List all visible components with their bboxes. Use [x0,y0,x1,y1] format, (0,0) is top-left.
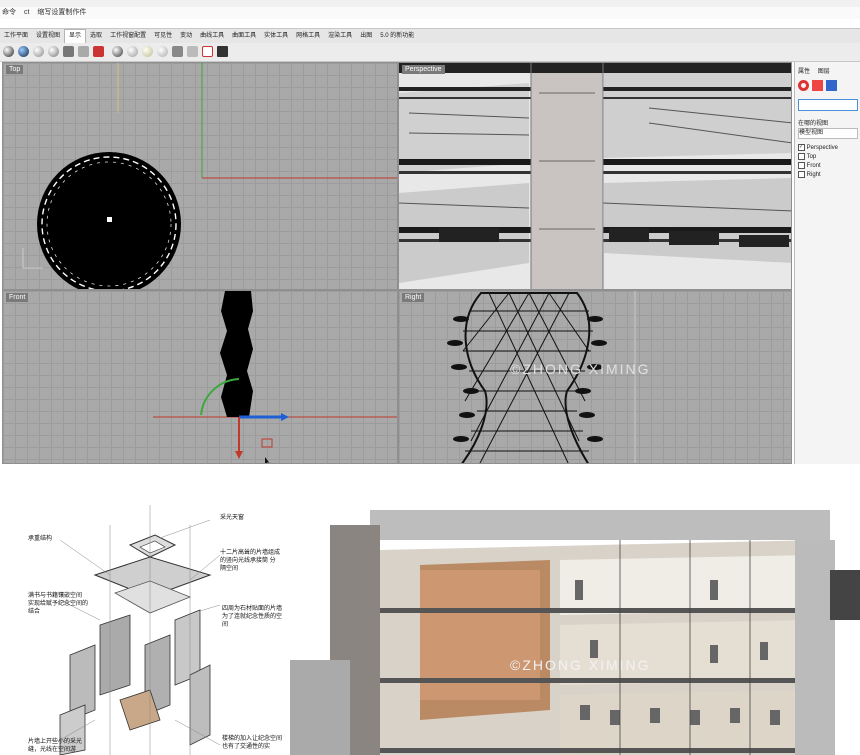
tab-surface-tools[interactable]: 曲面工具 [228,30,260,43]
properties-panel: 属性 图层 在哪的视图 模型视图 ✓ Perspective Top Front… [794,62,860,464]
viewport-right[interactable]: Right [398,290,792,464]
view-checkbox-label: Front [806,163,821,170]
perspective-render [399,63,791,289]
xray-icon[interactable] [63,46,74,57]
tab-display[interactable]: 显示 [64,29,87,43]
annotation-bearing: 承重结构 [28,536,53,542]
tab-mesh-tools[interactable]: 网格工具 [292,30,324,43]
view-checkbox-label: Top [806,154,817,161]
object-color-icon[interactable] [798,80,809,91]
tab-drafting[interactable]: 出图 [356,30,376,43]
command-line[interactable]: 命令 ct 缩写设置制作件 [0,7,860,19]
tower-elevation [220,291,253,417]
command-prompt-area[interactable] [0,19,860,28]
front-view-drawing [153,291,397,463]
properties-tabs: 属性 图层 [798,66,830,75]
command-text-2: ct [23,9,30,16]
view-checkbox-front[interactable]: Front [798,162,821,169]
artistic-icon[interactable] [93,46,104,57]
tab-set-view[interactable]: 设置视图 [32,30,64,43]
rendered-sphere-icon[interactable] [33,46,44,57]
tab-solid-tools[interactable]: 实体工具 [260,30,292,43]
watermark-top: ©ZHONG XIMING [510,361,651,377]
viewport-label-right[interactable]: Right [402,293,425,302]
annotation-small-lights: 片墙上开些小的采光缝，光线在空间游 [28,739,83,753]
disable-icon[interactable] [202,46,213,57]
viewport-label-top[interactable]: Top [6,65,24,74]
shaded-sphere-icon[interactable] [18,46,29,57]
tab-render-tools[interactable]: 渲染工具 [324,30,356,43]
command-text-3: 缩写设置制作件 [37,9,87,16]
technical-icon[interactable] [78,46,89,57]
properties-name-field[interactable] [798,99,858,111]
material-sphere-icon[interactable] [157,46,168,57]
properties-section-title: 在哪的视图 [798,121,829,127]
tab-curve-tools[interactable]: 曲线工具 [196,30,228,43]
tab-new-in-v5[interactable]: 5.0 的新功能 [376,30,418,43]
light-icon[interactable] [826,80,837,91]
ribbon-tabs: 工作平面 设置视图 显示 选取 工作视窗配置 可见性 变动 曲线工具 曲面工具 … [0,28,860,44]
properties-icon-row [798,80,837,91]
properties-tab-layers[interactable]: 图层 [818,69,830,75]
viewport-top[interactable]: Top [2,62,398,290]
annotation-skylight: 采光天窗 [220,515,245,521]
tab-cplane[interactable]: 工作平面 [0,30,32,43]
display-toolbar [0,43,860,62]
section-perspective-render [290,510,860,755]
view-checkbox-perspective[interactable]: ✓ Perspective [798,144,838,151]
viewport-label-perspective[interactable]: Perspective [402,65,445,74]
checkbox-checked-icon[interactable]: ✓ [798,144,805,151]
sphere-icon[interactable] [127,46,138,57]
viewport-front[interactable]: Front [2,290,398,464]
pen-sphere-icon[interactable] [112,46,123,57]
view-checkbox-label: Perspective [806,145,839,152]
annotation-twelve-panels: 十二片高耸的片墙组成的竖向光线承接筒 分隔空间 [220,550,281,572]
viewport-label-front[interactable]: Front [6,293,29,302]
tab-visibility[interactable]: 可见性 [150,30,176,43]
ghosted-sphere-icon[interactable] [48,46,59,57]
view-checkbox-right[interactable]: Right [798,171,821,178]
annotation-bookshelf: 满书与书籍镶嵌空间 实现给赋予纪念空间的结合 [28,593,89,615]
view-dropdown[interactable]: 模型视图 [798,128,858,139]
camera-icon[interactable] [172,46,183,57]
command-text-1: 命令 [2,9,16,16]
tab-select[interactable]: 选取 [86,30,106,43]
view-checkbox-top[interactable]: Top [798,153,816,160]
viewport-perspective[interactable]: Perspective [398,62,792,290]
watermark-bottom: ©ZHONG XIMING [510,657,651,673]
checkbox-icon[interactable] [798,162,805,169]
tab-viewport-layout[interactable]: 工作视窗配置 [106,30,150,43]
right-view-drawing [447,291,636,463]
flat-shade-icon[interactable] [187,46,198,57]
wireframe-sphere-icon[interactable] [3,46,14,57]
tab-transform[interactable]: 变动 [176,30,196,43]
top-view-drawing [22,63,397,289]
view-checkbox-label: Right [806,172,821,179]
checkbox-icon[interactable] [798,171,805,178]
light-sphere-icon[interactable] [142,46,153,57]
checkbox-icon[interactable] [798,153,805,160]
monitor-icon[interactable] [217,46,228,57]
annotation-joined: 楼梯的加入让纪念空间也有了交通性的实 [222,736,283,750]
properties-tab-attributes[interactable]: 属性 [798,69,810,75]
annotation-four-sides: 四周为石材贴面的片墙为了连就纪念性质的空间 [222,606,283,628]
material-icon[interactable] [812,80,823,91]
